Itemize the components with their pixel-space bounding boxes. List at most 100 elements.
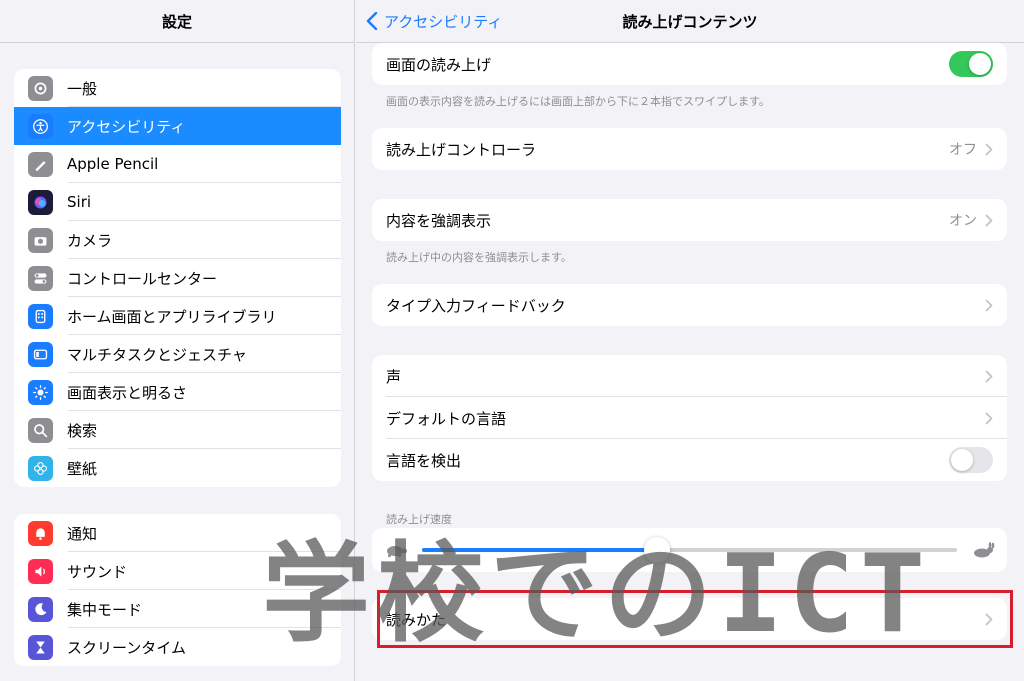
- sidebar-item-label: 集中モード: [67, 600, 143, 619]
- multitask-icon: [28, 341, 53, 367]
- pronunciations-card: 読みかた: [372, 598, 1007, 640]
- pencil-icon: [28, 151, 53, 177]
- accessibility-icon: [28, 113, 53, 139]
- sidebar-item-label: コントロールセンター: [67, 269, 218, 288]
- speak-screen-row: 画面の読み上げ: [372, 43, 1007, 85]
- sidebar-item[interactable]: 通知: [14, 514, 341, 552]
- default-language-label: デフォルトの言語: [386, 409, 507, 428]
- camera-icon: [28, 227, 53, 253]
- sidebar-item[interactable]: 集中モード: [14, 590, 341, 628]
- typing-feedback-label: タイプ入力フィードバック: [386, 296, 566, 315]
- sidebar-item[interactable]: 画面表示と明るさ: [14, 373, 341, 411]
- back-button-label: アクセシビリティ: [384, 12, 503, 31]
- sidebar-title: 設定: [0, 0, 354, 43]
- sidebar-item-label: ホーム画面とアプリライブラリ: [67, 307, 277, 326]
- highlight-content-row[interactable]: 内容を強調表示 オン: [372, 199, 1007, 241]
- typing-feedback-card: タイプ入力フィードバック: [372, 284, 1007, 326]
- highlight-content-value: オン: [949, 213, 977, 229]
- sidebar-item[interactable]: 壁紙: [14, 449, 341, 487]
- back-button[interactable]: アクセシビリティ: [366, 11, 502, 32]
- typing-feedback-detail: [977, 299, 993, 312]
- siri-icon: [28, 189, 53, 215]
- default-language-row[interactable]: デフォルトの言語: [372, 397, 1007, 439]
- sound-icon: [28, 558, 53, 584]
- sidebar-item-label: カメラ: [67, 231, 113, 250]
- notification-icon: [28, 520, 53, 546]
- sidebar-item[interactable]: コントロールセンター: [14, 259, 341, 297]
- chevron-right-icon: [985, 412, 993, 424]
- speak-screen-label: 画面の読み上げ: [386, 55, 492, 74]
- sidebar-item[interactable]: Siri: [14, 183, 341, 221]
- navigation-bar: 読み上げコンテンツ アクセシビリティ: [356, 0, 1024, 43]
- speak-screen-note: 画面の表示内容を読み上げるには画面上部から下に２本指でスワイプします。: [386, 95, 770, 108]
- sidebar-item[interactable]: Apple Pencil: [14, 145, 341, 183]
- speaking-rate-section-label: 読み上げ速度: [386, 513, 452, 526]
- sidebar-item-label: サウンド: [67, 562, 128, 581]
- voices-detail: [977, 370, 993, 383]
- rabbit-icon: [974, 542, 995, 558]
- voice-settings-card: 声 デフォルトの言語 言語を検出: [372, 355, 1007, 481]
- sidebar-item[interactable]: スクリーンタイム: [14, 628, 341, 666]
- sidebar-item[interactable]: カメラ: [14, 221, 341, 259]
- sidebar-item-label: 検索: [67, 421, 98, 440]
- pronunciations-label: 読みかた: [386, 610, 447, 629]
- detect-language-row: 言語を検出: [372, 439, 1007, 481]
- voices-row[interactable]: 声: [372, 355, 1007, 397]
- sidebar: 設定 一般アクセシビリティ Apple Pencil Siri カメラコントロールセン…: [0, 0, 355, 681]
- speech-controller-value: オフ: [949, 142, 977, 158]
- moon-icon: [28, 596, 53, 622]
- sidebar-item[interactable]: サウンド: [14, 552, 341, 590]
- slider-fill: [422, 548, 658, 552]
- pronunciations-row[interactable]: 読みかた: [372, 598, 1007, 640]
- main-content: 画面の読み上げ 画面の表示内容を読み上げるには画面上部から下に２本指でスワイプし…: [356, 43, 1024, 681]
- sidebar-item[interactable]: 検索: [14, 411, 341, 449]
- detect-language-toggle[interactable]: [949, 447, 993, 473]
- sidebar-item-label: 壁紙: [67, 459, 98, 478]
- sidebar-item-label: 通知: [67, 524, 98, 543]
- speaking-rate-slider[interactable]: [422, 537, 957, 563]
- settings-group-2: 通知サウンド集中モードスクリーンタイム: [14, 514, 341, 666]
- sidebar-item-label: アクセシビリティ: [67, 117, 186, 136]
- chevron-right-icon: [985, 214, 993, 226]
- speaking-rate-card: [372, 528, 1007, 572]
- chevron-right-icon: [985, 143, 993, 155]
- search-icon: [28, 417, 53, 443]
- chevron-right-icon: [985, 299, 993, 311]
- toggle-knob: [969, 53, 991, 75]
- gear-icon: [28, 75, 53, 101]
- speech-controller-detail: オフ: [949, 139, 993, 159]
- highlight-content-detail: オン: [949, 210, 993, 230]
- sidebar-item-label: Siri: [67, 193, 92, 211]
- default-language-detail: [977, 412, 993, 425]
- highlight-content-label: 内容を強調表示: [386, 211, 492, 230]
- speaking-rate-slider-row: [372, 528, 1007, 572]
- turtle-icon: [387, 546, 407, 557]
- toggle-knob: [951, 449, 973, 471]
- sidebar-item-label: 一般: [67, 79, 98, 98]
- settings-group-1: 一般アクセシビリティ Apple Pencil Siri カメラコントロールセンターホ…: [14, 69, 341, 487]
- hourglass-icon: [28, 634, 53, 660]
- typing-feedback-row[interactable]: タイプ入力フィードバック: [372, 284, 1007, 326]
- detect-language-label: 言語を検出: [386, 451, 462, 470]
- sidebar-item-label: 画面表示と明るさ: [67, 383, 188, 402]
- pronunciations-detail: [977, 613, 993, 626]
- speech-controller-label: 読み上げコントローラ: [386, 140, 537, 159]
- speak-screen-card: 画面の読み上げ: [372, 43, 1007, 85]
- sidebar-item-label: Apple Pencil: [67, 155, 159, 173]
- speak-screen-toggle[interactable]: [949, 51, 993, 77]
- speech-controller-card: 読み上げコントローラ オフ: [372, 128, 1007, 170]
- slider-thumb[interactable]: [644, 537, 671, 563]
- sidebar-item-label: マルチタスクとジェスチャ: [67, 345, 247, 364]
- chevron-right-icon: [985, 613, 993, 625]
- control-center-icon: [28, 265, 53, 291]
- chevron-left-icon: [366, 12, 378, 30]
- speech-controller-row[interactable]: 読み上げコントローラ オフ: [372, 128, 1007, 170]
- wallpaper-icon: [28, 455, 53, 481]
- brightness-icon: [28, 379, 53, 405]
- highlight-content-card: 内容を強調表示 オン: [372, 199, 1007, 241]
- sidebar-item[interactable]: マルチタスクとジェスチャ: [14, 335, 341, 373]
- sidebar-item[interactable]: 一般: [14, 69, 341, 107]
- home-screen-icon: [28, 303, 53, 329]
- sidebar-item[interactable]: ホーム画面とアプリライブラリ: [14, 297, 341, 335]
- sidebar-item[interactable]: アクセシビリティ: [14, 107, 341, 145]
